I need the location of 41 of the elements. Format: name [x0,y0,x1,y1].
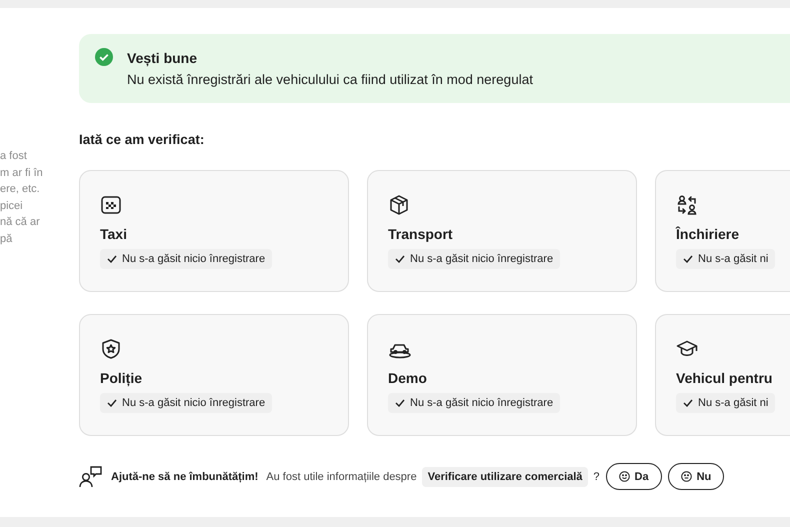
result-tag: Nu s-a găsit nicio înregistrare [388,249,560,269]
no-button[interactable]: Nu [668,463,724,490]
card-title: Poliție [100,370,142,386]
card-title: Vehicul pentru [676,370,772,386]
topic-tag: Verificare utilizare comercială [422,466,588,486]
box-icon [388,194,410,216]
banner-message: Nu există înregistrări ale vehiculului ca fiind utilizat în mod neregulat [127,72,533,87]
result-tag: Nu s-a găsit nicio înregistrare [100,393,272,413]
section-heading: Iată ce am verificat: [79,132,206,148]
card-title: Închiriere [676,226,740,242]
description-text-line: pă [0,232,14,246]
yes-button[interactable]: Da [606,463,662,490]
result-tag: Nu s-a găsit ni [676,393,776,413]
card-title: Demo [388,370,427,386]
check-icon [395,399,405,407]
check-icon [107,399,117,407]
shield-star-icon [100,338,122,360]
description-text-line: a fost [0,149,28,164]
check-icon [107,255,117,263]
check-icon [395,255,405,263]
description-text-line: picei [0,198,24,214]
neutral-face-icon [680,471,692,482]
taxi-sign-icon [100,194,122,216]
check-circle-icon [95,48,113,66]
people-swap-icon [676,194,698,216]
feedback-prompt: Ajută-ne să ne îmbunătățim! [111,470,258,482]
result-tag: Nu s-a găsit nicio înregistrare [100,249,272,269]
feedback-person-icon [79,466,103,488]
description-text-line: nă că ar [0,215,41,230]
banner-title: Vești bune [127,50,198,66]
feedback-question: Au fost utile informațiile despre [266,470,417,482]
card-title: Transport [388,226,453,242]
result-tag: Nu s-a găsit ni [676,249,776,269]
card-title: Taxi [100,226,127,242]
question-mark: ? [593,470,600,482]
result-tag: Nu s-a găsit nicio înregistrare [388,393,560,413]
check-icon [683,399,693,407]
description-text-line: m ar fi în [0,166,44,180]
description-text-line: ere, etc. [0,182,41,197]
check-icon [683,255,693,263]
smiley-icon [618,471,630,482]
